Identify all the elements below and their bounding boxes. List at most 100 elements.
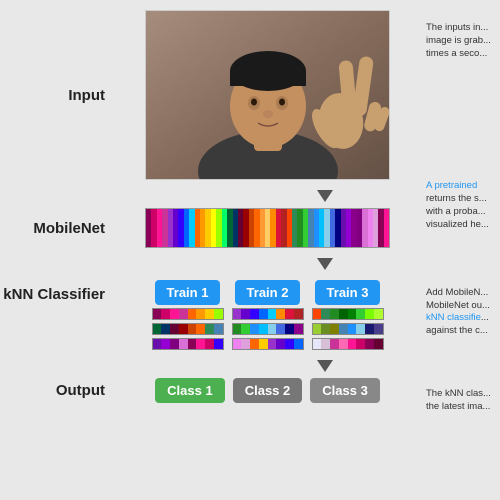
- knn-content: Train 1: [115, 280, 420, 350]
- mini-bar: [161, 339, 170, 349]
- mini-bars-1: [152, 308, 224, 320]
- mini-bar: [348, 339, 357, 349]
- class-button-2[interactable]: Class 2: [233, 378, 303, 403]
- input-description: The inputs in... image is grab... times …: [426, 22, 494, 60]
- mini-bar: [233, 309, 242, 319]
- class-button-3[interactable]: Class 3: [310, 378, 380, 403]
- mini-bar: [188, 339, 197, 349]
- mini-bar: [196, 339, 205, 349]
- mini-bar: [170, 324, 179, 334]
- mobilenet-label: MobileNet: [0, 220, 115, 237]
- knn-link[interactable]: kNN classifie: [426, 312, 481, 323]
- knn-row: kNN Classifier Train 1: [0, 276, 420, 350]
- mini-bar: [205, 309, 214, 319]
- mini-bar: [241, 309, 250, 319]
- train-button-3[interactable]: Train 3: [315, 280, 381, 305]
- mini-bar: [365, 339, 374, 349]
- mini-bar: [233, 324, 242, 334]
- knn-label: kNN Classifier: [0, 280, 115, 303]
- left-panel: Input: [0, 0, 420, 500]
- mini-bar: [276, 324, 285, 334]
- train-button-1[interactable]: Train 1: [155, 280, 221, 305]
- knn-column-1: Train 1: [152, 280, 224, 350]
- mini-bar: [205, 324, 214, 334]
- mini-bar: [330, 309, 339, 319]
- mini-bar: [276, 339, 285, 349]
- mini-bar: [268, 324, 277, 334]
- mini-bar: [214, 324, 223, 334]
- mini-bar: [170, 339, 179, 349]
- mini-bar: [330, 339, 339, 349]
- mini-bar: [259, 309, 268, 319]
- mini-bar: [179, 339, 188, 349]
- mini-bar: [321, 339, 330, 349]
- mini-bar: [374, 324, 383, 334]
- mobilenet-link[interactable]: A pretrained: [426, 180, 477, 191]
- mini-bar: [339, 339, 348, 349]
- arrow-down-1: [317, 190, 333, 202]
- mini-bar: [196, 324, 205, 334]
- input-label: Input: [0, 87, 115, 104]
- mini-bar: [179, 324, 188, 334]
- mini-bar: [294, 339, 303, 349]
- mini-bar: [196, 309, 205, 319]
- mini-bar: [241, 324, 250, 334]
- output-label: Output: [0, 382, 115, 399]
- mini-bar: [241, 339, 250, 349]
- knn-description: Add MobileN... MobileNet ou... kNN class…: [426, 287, 494, 338]
- knn-columns: Train 1: [115, 280, 420, 350]
- right-panel: The inputs in... image is grab... times …: [420, 0, 500, 500]
- mini-bar: [356, 339, 365, 349]
- mini-bar: [374, 339, 383, 349]
- train-button-2[interactable]: Train 2: [235, 280, 301, 305]
- mini-bar: [365, 324, 374, 334]
- arrow-down-3: [317, 360, 333, 372]
- mini-bar: [330, 324, 339, 334]
- mini-bar: [161, 309, 170, 319]
- mini-bar: [339, 324, 348, 334]
- mini-bar: [313, 339, 322, 349]
- mobilenet-row: MobileNet: [0, 208, 420, 248]
- mini-bar: [268, 309, 277, 319]
- arrow-1: [0, 186, 420, 206]
- mini-bar: [321, 324, 330, 334]
- mini-bars-3c: [312, 338, 384, 350]
- mini-bar: [276, 309, 285, 319]
- class-button-1[interactable]: Class 1: [155, 378, 225, 403]
- mini-bar: [365, 309, 374, 319]
- mini-bar: [294, 324, 303, 334]
- mini-bar: [188, 309, 197, 319]
- mini-bar: [356, 324, 365, 334]
- mini-bar: [161, 324, 170, 334]
- main-layout: Input: [0, 0, 500, 500]
- mini-bar: [268, 339, 277, 349]
- mini-bar: [259, 324, 268, 334]
- mini-bar: [179, 309, 188, 319]
- mini-bar: [313, 324, 322, 334]
- mini-bar: [214, 309, 223, 319]
- mobilenet-content: [115, 208, 420, 248]
- mini-bar: [259, 339, 268, 349]
- mini-bar: [153, 309, 162, 319]
- knn-column-3: Train 3: [312, 280, 384, 350]
- input-row: Input: [0, 10, 420, 180]
- input-image-svg: [146, 11, 390, 180]
- mini-bar: [313, 309, 322, 319]
- mini-bar: [356, 309, 365, 319]
- mini-bars-2c: [232, 338, 304, 350]
- mini-bar: [250, 324, 259, 334]
- mini-bar: [250, 309, 259, 319]
- mini-bars-2: [232, 308, 304, 320]
- arrow-down-2: [317, 258, 333, 270]
- mini-bar: [285, 324, 294, 334]
- output-description: The kNN clas... the latest ima...: [426, 388, 494, 414]
- input-image: [145, 10, 390, 180]
- mini-bars-2b: [232, 323, 304, 335]
- color-bar: [384, 209, 389, 247]
- arrow-2: [0, 254, 420, 274]
- mobilenet-description: A pretrained returns the s... with a pro…: [426, 180, 494, 231]
- mini-bar: [374, 309, 383, 319]
- mini-bar: [233, 339, 242, 349]
- mini-bar: [321, 309, 330, 319]
- mini-bar: [188, 324, 197, 334]
